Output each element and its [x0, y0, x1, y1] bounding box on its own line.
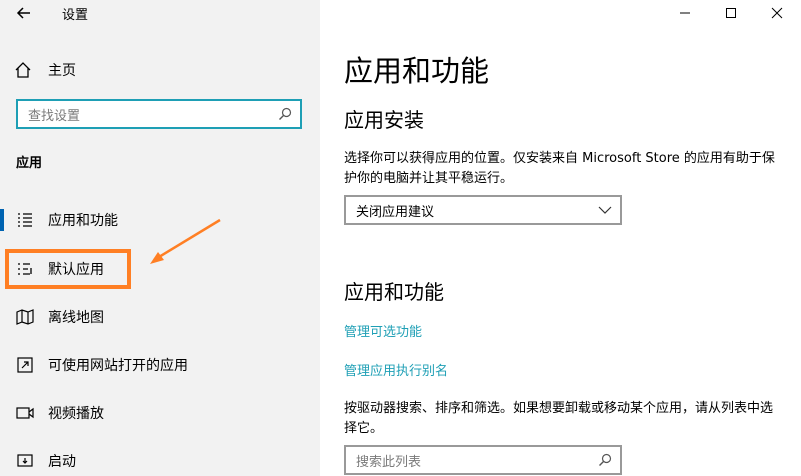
search-placeholder: 查找设置	[28, 108, 81, 124]
minimize-button[interactable]	[675, 4, 695, 22]
manage-execution-alias-link[interactable]: 管理应用执行别名	[344, 360, 448, 379]
settings-search-input[interactable]: 查找设置	[16, 99, 302, 129]
home-label: 主页	[48, 63, 76, 79]
website-apps-icon	[17, 357, 33, 373]
settings-sidebar: 设置 主页 查找设置 应用 应用和功能 默认应用 离线地图 可使用网站打开的应用…	[0, 0, 320, 476]
sidebar-item-label: 应用和功能	[48, 213, 118, 229]
home-icon	[15, 62, 31, 78]
install-source-dropdown[interactable]: 关闭应用建议	[344, 195, 622, 225]
manage-optional-features-link[interactable]: 管理可选功能	[344, 321, 422, 340]
map-icon	[16, 309, 34, 325]
sidebar-item-startup[interactable]: 启动	[0, 446, 320, 476]
maximize-icon	[726, 8, 736, 18]
back-arrow-icon[interactable]	[14, 3, 34, 23]
page-title: 应用和功能	[344, 54, 490, 88]
close-button[interactable]	[767, 4, 787, 22]
sidebar-item-offline-maps[interactable]: 离线地图	[0, 302, 320, 332]
sidebar-item-label: 离线地图	[48, 310, 104, 326]
dropdown-value: 关闭应用建议	[356, 204, 435, 220]
selection-indicator	[0, 209, 4, 231]
search-icon[interactable]	[278, 107, 292, 121]
maximize-button[interactable]	[721, 4, 741, 22]
chevron-down-icon	[598, 206, 612, 214]
install-heading: 应用安装	[344, 108, 424, 132]
sidebar-item-label: 视频播放	[48, 406, 104, 422]
install-description: 选择你可以获得应用的位置。仅安装来自 Microsoft Store 的应用有助…	[344, 151, 775, 186]
features-heading: 应用和功能	[344, 280, 444, 304]
annotation-arrow-icon	[150, 218, 221, 264]
startup-icon	[17, 454, 33, 467]
settings-main: 应用和功能 应用安装 选择你可以获得应用的位置。仅安装来自 Microsoft …	[320, 0, 801, 476]
annotation-highlight-box	[5, 249, 131, 289]
app-list-search-input[interactable]: 搜索此列表	[344, 445, 622, 475]
filter-description: 按驱动器搜索、排序和筛选。如果想要卸载或移动某个应用，请从列表中选择它。	[344, 401, 774, 436]
sidebar-item-label: 启动	[48, 454, 76, 470]
sidebar-item-label: 可使用网站打开的应用	[48, 358, 188, 374]
window-title: 设置	[62, 8, 89, 23]
search-icon[interactable]	[598, 453, 612, 467]
list-icon	[18, 213, 32, 227]
section-label: 应用	[16, 156, 43, 171]
close-icon	[771, 7, 783, 19]
minimize-icon	[680, 12, 690, 14]
video-icon	[16, 407, 34, 419]
sidebar-home[interactable]: 主页	[14, 58, 76, 82]
sidebar-item-video-playback[interactable]: 视频播放	[0, 398, 320, 428]
search-placeholder: 搜索此列表	[356, 454, 422, 470]
sidebar-item-website-apps[interactable]: 可使用网站打开的应用	[0, 350, 320, 380]
